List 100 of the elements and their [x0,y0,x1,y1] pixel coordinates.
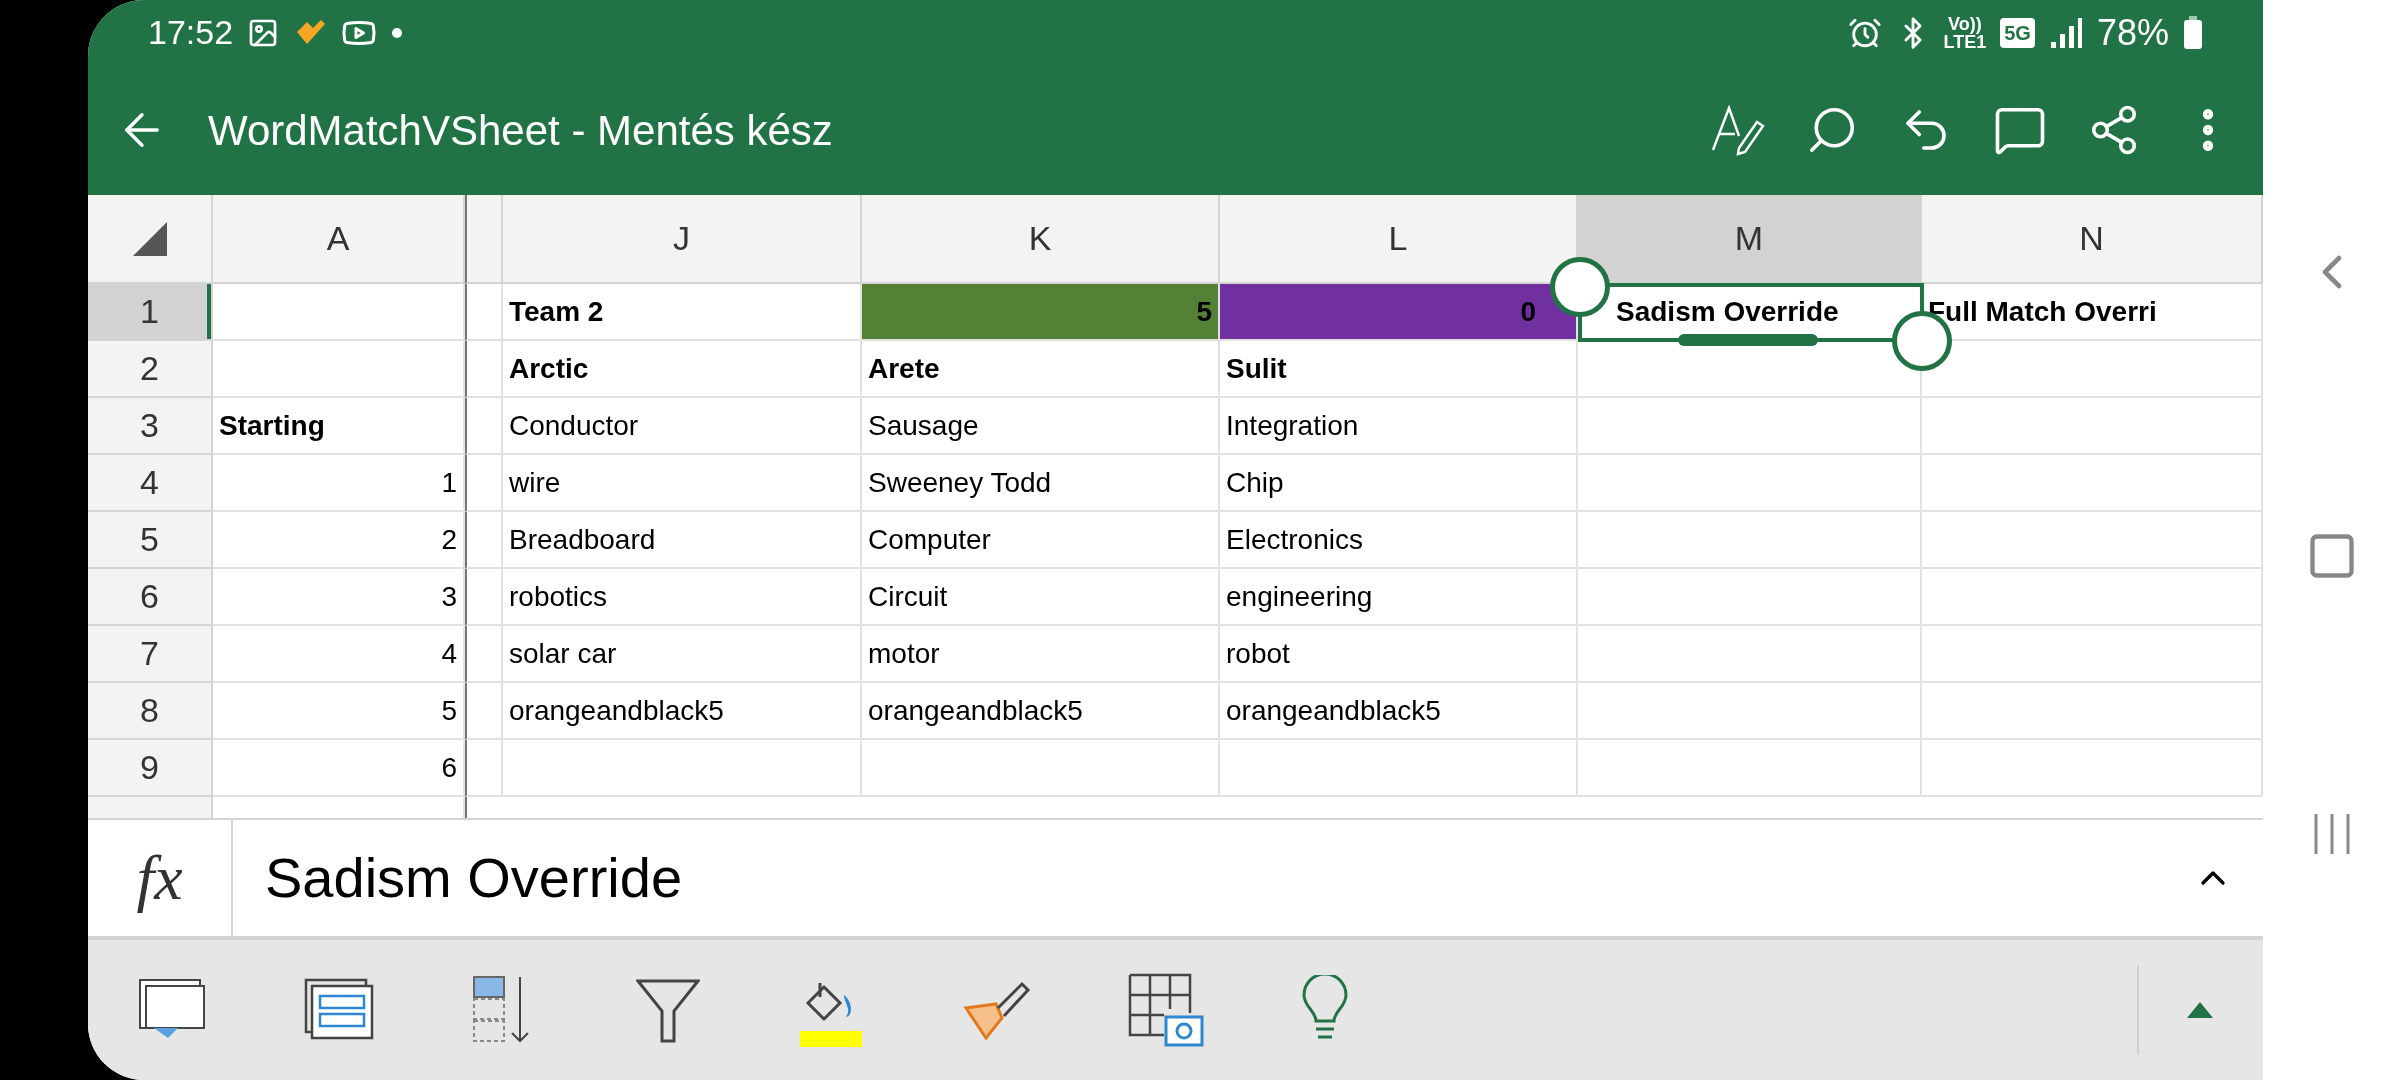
table-cell[interactable]: 2 [213,512,465,569]
table-cell[interactable]: orangeandblack5 [1220,683,1578,740]
table-cell[interactable]: 5 [862,284,1220,341]
row-header[interactable]: 9 [88,740,213,797]
form-icon[interactable] [304,978,374,1042]
cell-text: orangeandblack5 [1226,693,1441,728]
row-header[interactable]: 4 [88,455,213,512]
cell-text: Integration [1226,408,1359,443]
corner-triangle-icon [132,221,167,256]
column-header[interactable]: J [503,195,862,284]
select-all-corner[interactable] [88,195,213,284]
table-cell[interactable]: Circuit [862,569,1220,626]
table-cell[interactable]: robotics [503,569,862,626]
lte-label: LTE1 [1943,32,1987,51]
signal-icon [2048,15,2083,50]
filter-icon[interactable] [636,977,700,1043]
table-cell[interactable] [213,341,465,398]
table-cell[interactable]: 6 [213,740,465,797]
row-header[interactable]: 7 [88,626,213,683]
cell-text: 0 [1520,294,1536,329]
cell-text: Breadboard [509,522,656,557]
network-label: 5G [2000,17,2035,48]
column-header[interactable]: N [1922,195,2263,284]
table-cell[interactable] [862,740,1220,797]
row-header[interactable]: 6 [88,569,213,626]
table-cell[interactable]: Conductor [503,398,862,455]
table-cell[interactable] [503,740,862,797]
row-header[interactable]: 3 [88,398,213,455]
table-cell[interactable]: Electronics [1220,512,1578,569]
cell-text: Electronics [1226,522,1363,557]
row-header[interactable]: 8 [88,683,213,740]
table-cell[interactable]: 1 [213,455,465,512]
function-label[interactable]: fx [136,830,183,926]
table-cell[interactable]: orangeandblack5 [503,683,862,740]
table-cell[interactable]: 5 [213,683,465,740]
table-cell[interactable]: Sausage [862,398,1220,455]
status-time: 17:52 [148,12,234,53]
table-cell[interactable]: orangeandblack5 [862,683,1220,740]
cell-text: 3 [441,579,457,614]
table-cell[interactable] [1578,398,1922,455]
row-header[interactable]: 2 [88,341,213,398]
table-cell[interactable] [1220,740,1578,797]
table-cell[interactable]: 3 [213,569,465,626]
column-header[interactable]: K [862,195,1220,284]
table-cell[interactable]: Computer [862,512,1220,569]
table-cell[interactable]: Breadboard [503,512,862,569]
cell-text: orangeandblack5 [509,693,724,728]
window-title: WordMatchVSheet - Mentés kész [208,105,834,156]
cell-text: Sweeney Todd [868,465,1052,500]
cell-text: Team 2 [509,294,604,329]
formula-field[interactable]: Sadism Override [265,836,683,920]
column-header[interactable]: L [1220,195,1578,284]
cell-text: solar car [509,636,617,671]
cell-text: Circuit [868,579,948,614]
table-cell[interactable]: engineering [1220,569,1578,626]
cell-text: motor [868,636,940,671]
table-cell[interactable]: robot [1220,626,1578,683]
cell-text: Computer [868,522,991,557]
cell-text: 5 [1196,294,1212,329]
resize-bar-overlay[interactable] [1678,334,1818,346]
cell-text: Arctic [509,351,589,386]
table-cell[interactable]: Starting [213,398,465,455]
battery-percent: 78% [2096,10,2169,55]
cell-text: 1 [441,465,457,500]
table-cell[interactable] [1578,626,1922,683]
cell-text: 4 [441,636,457,671]
cell-text: 6 [441,750,457,785]
table-cell[interactable] [1578,512,1922,569]
table-cell[interactable]: solar car [503,626,862,683]
table-cell[interactable]: motor [862,626,1220,683]
cell-text: robot [1226,636,1290,671]
cell-text: wire [509,465,561,500]
volte-label: Vo)) [1948,14,1982,33]
table-cell[interactable]: Chip [1220,455,1578,512]
table-cell[interactable] [1578,740,1922,797]
table-cell[interactable]: wire [503,455,862,512]
cell-text: orangeandblack5 [868,693,1083,728]
table-cell[interactable] [1578,683,1922,740]
table-cell[interactable]: Integration [1220,398,1578,455]
cell-text: Sulit [1226,351,1287,386]
table-cell[interactable] [1578,569,1922,626]
cell-text: Sausage [868,408,979,443]
table-cell[interactable]: 4 [213,626,465,683]
cell-text: 2 [441,522,457,557]
cell-text: Starting [219,408,325,443]
table-cell[interactable] [213,284,465,341]
table-cell[interactable]: Sweeney Todd [862,455,1220,512]
column-header[interactable]: M [1578,195,1922,284]
row-header[interactable]: 5 [88,512,213,569]
collapse-triangle-icon[interactable] [2187,1002,2213,1018]
cell-text: Chip [1226,465,1284,500]
cell-text: Arete [868,351,940,386]
row-header[interactable]: 1 [88,284,213,341]
table-cell[interactable]: Arete [862,341,1220,398]
table-cell[interactable] [1578,455,1922,512]
table-camera-icon[interactable] [1128,973,1204,1047]
column-header[interactable]: A [213,195,465,284]
cell-text: Sadism Override [1616,294,1839,329]
table-cell[interactable]: Sulit [1220,341,1578,398]
table-cell[interactable]: Arctic [503,341,862,398]
